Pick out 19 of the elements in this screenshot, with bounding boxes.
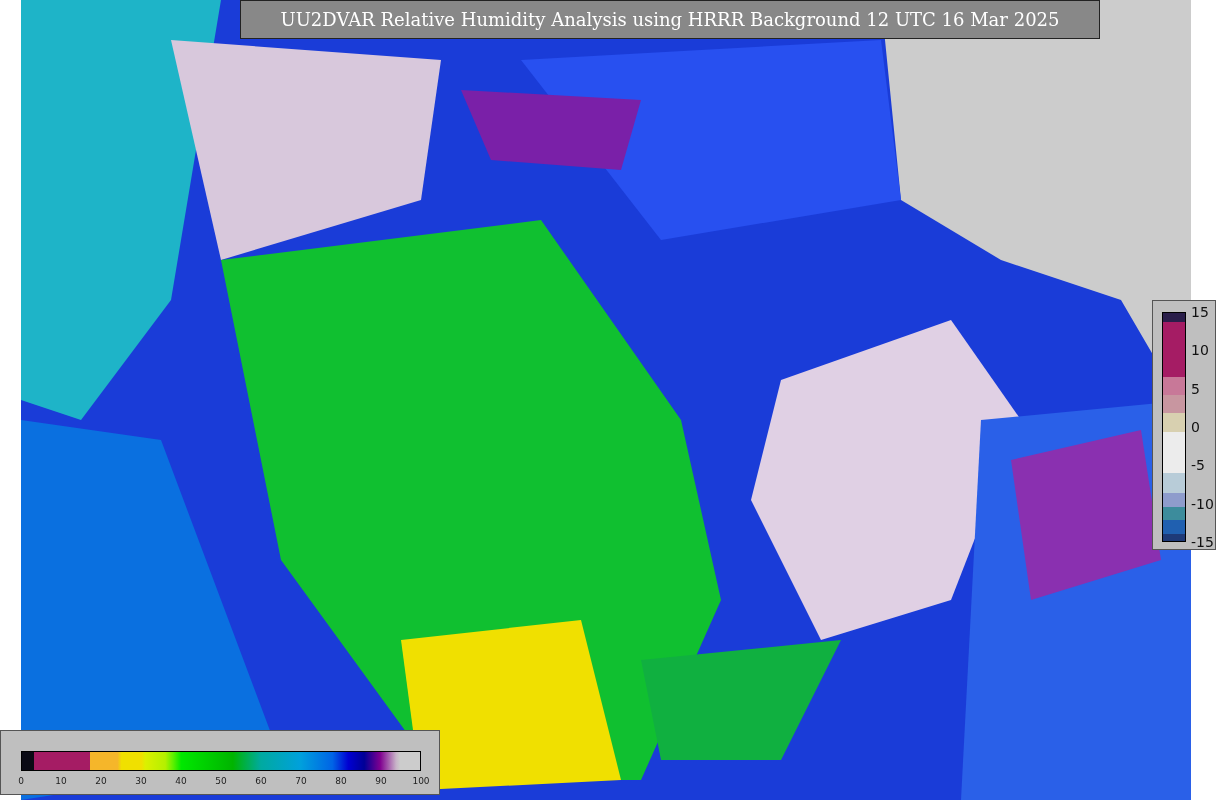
- scale-label: 90: [375, 776, 387, 786]
- scale-label: 50: [215, 776, 227, 786]
- scale-label: 0: [18, 776, 24, 786]
- scale-label: 0: [1191, 419, 1200, 435]
- scale-label: -15: [1191, 534, 1214, 550]
- scale-label: 10: [55, 776, 67, 786]
- scale-label: 30: [135, 776, 147, 786]
- scale-label: -10: [1191, 495, 1214, 512]
- scale-label: -5: [1191, 457, 1205, 474]
- scale-label: 15: [1191, 304, 1209, 320]
- scale-label: 10: [1191, 342, 1209, 359]
- scale-label: 70: [295, 776, 307, 786]
- map-title: UU2DVAR Relative Humidity Analysis using HRRR Background 12 UTC 16 Mar 2025: [240, 0, 1100, 39]
- scale-label: 40: [175, 776, 187, 786]
- scale-label: 100: [412, 776, 430, 786]
- scale-label: 5: [1191, 380, 1200, 397]
- scale-label: 60: [255, 776, 267, 786]
- scale-label: 80: [335, 776, 347, 786]
- scale-label: 20: [95, 776, 107, 786]
